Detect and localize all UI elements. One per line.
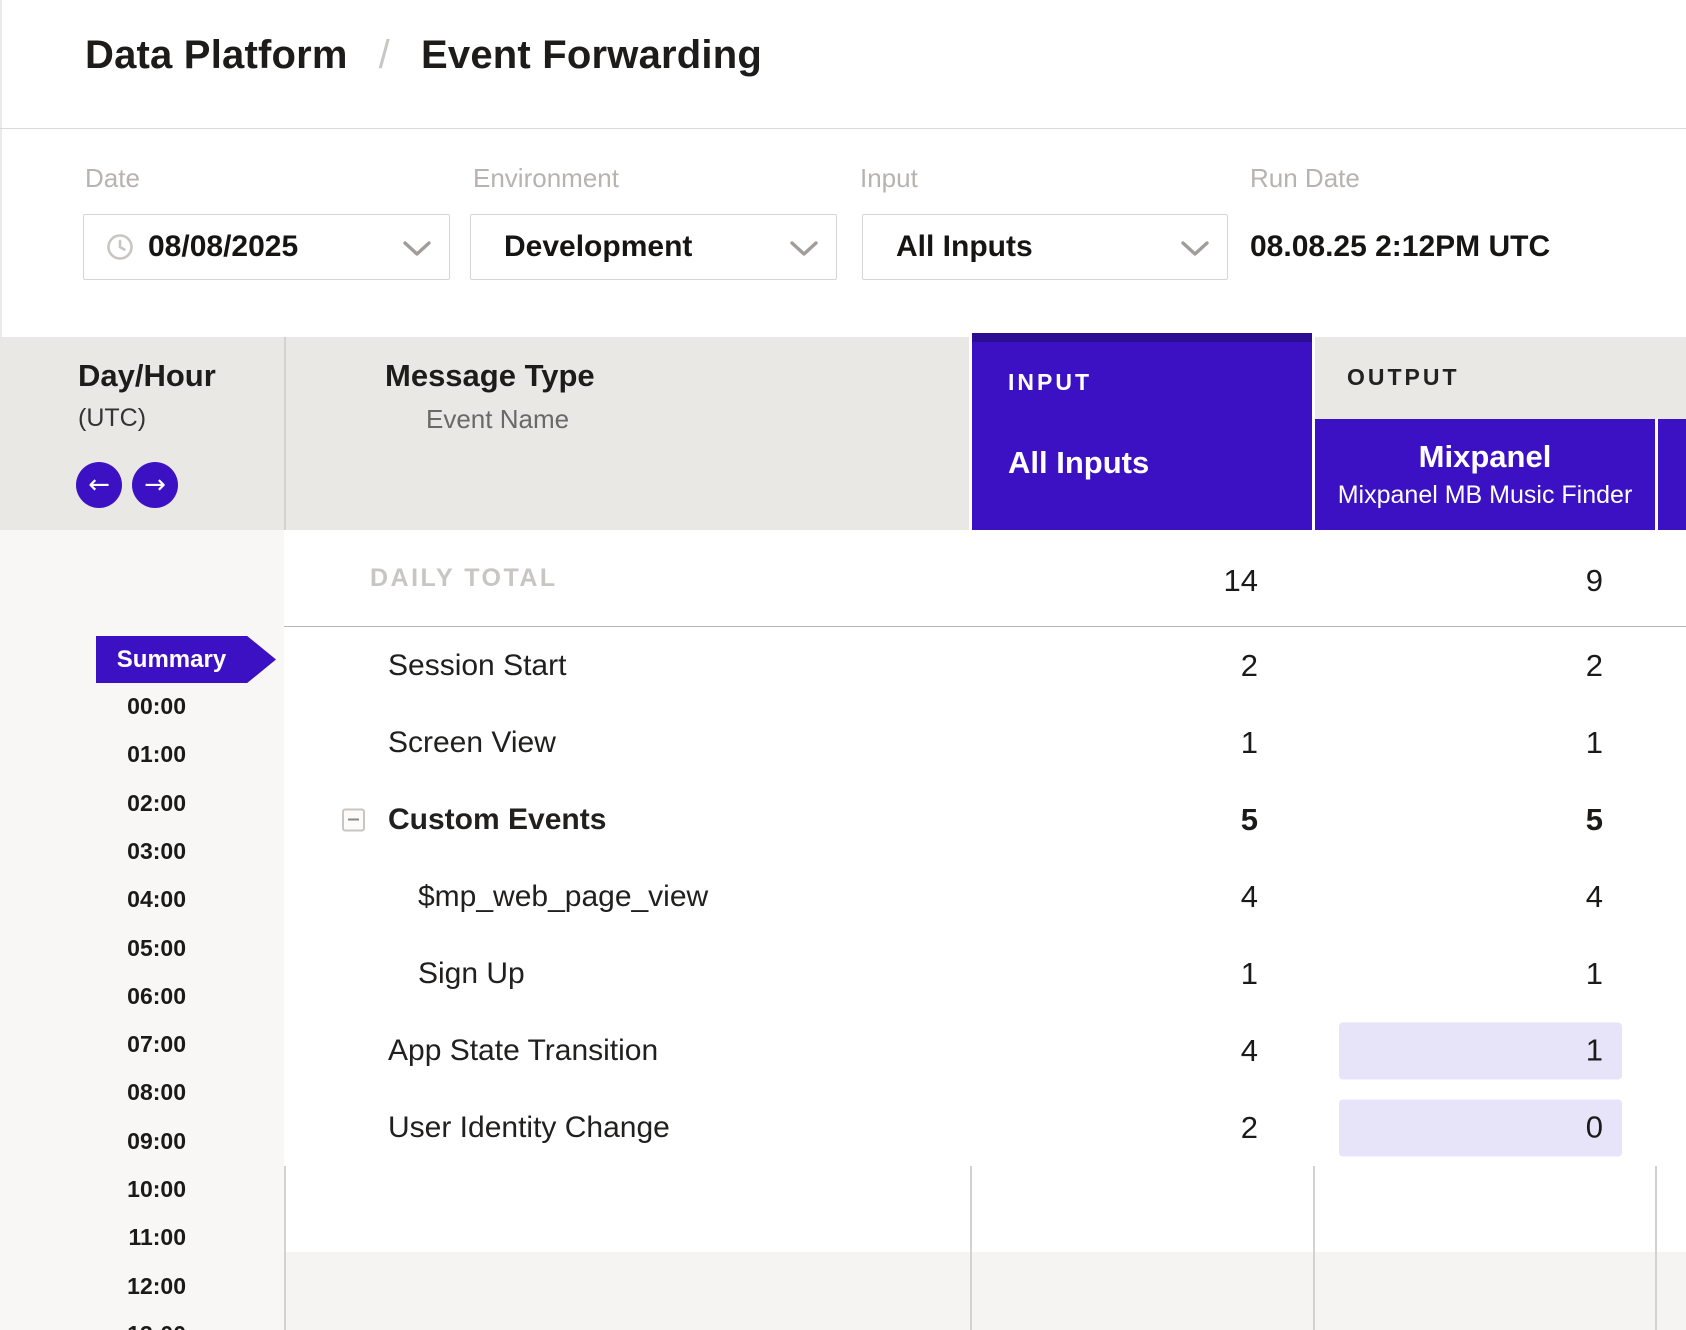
next-output-column-partial [1658,419,1686,530]
row-input-value: 4 [284,879,1258,915]
input-filter-label: Input [860,163,918,194]
hour-item[interactable]: 10:00 [0,1176,235,1203]
row-input-value: 4 [284,1033,1258,1069]
table-row: Session Start22 [284,627,1686,704]
daily-total-output-value: 9 [1313,563,1603,599]
table-row: $mp_web_page_view44 [284,858,1686,935]
output-column-subtitle: Mixpanel MB Music Finder [1338,481,1633,510]
hour-item[interactable]: 11:00 [0,1224,235,1251]
row-output-value-highlighted: 1 [1339,1022,1622,1079]
hour-item[interactable]: 09:00 [0,1128,235,1155]
input-column-title: All Inputs [1008,445,1149,481]
hour-item[interactable]: 02:00 [0,790,235,817]
table-row: User Identity Change20 [284,1089,1686,1166]
table-row: Screen View11 [284,704,1686,781]
row-input-value: 5 [284,802,1258,838]
event-forwarding-page: Data Platform/Event Forwarding Date Envi… [0,0,1686,1330]
hour-item[interactable]: 01:00 [0,741,235,768]
hour-item[interactable]: 05:00 [0,935,235,962]
environment-dropdown-value: Development [504,230,692,264]
input-band-label: INPUT [1008,369,1092,396]
hour-rail: 00:00 01:00 02:00 03:00 04:00 05:00 06:00 07:00… [0,0,235,1330]
row-input-value: 2 [284,648,1258,684]
row-output-value: 2 [1313,648,1603,684]
hour-item[interactable]: 12:00 [0,1273,235,1300]
chevron-down-icon [1181,241,1209,257]
table-row: App State Transition41 [284,1012,1686,1089]
chevron-down-icon [790,241,818,257]
run-date-label: Run Date [1250,163,1360,194]
hour-item[interactable]: 07:00 [0,1031,235,1058]
hour-item[interactable]: 08:00 [0,1079,235,1106]
row-output-value-highlighted: 0 [1339,1099,1622,1156]
hour-item[interactable]: 06:00 [0,983,235,1010]
hour-item[interactable]: 00:00 [0,693,235,720]
breadcrumb-separator: / [348,33,421,77]
table-row: Sign Up11 [284,935,1686,1012]
output-column-header[interactable]: Mixpanel Mixpanel MB Music Finder [1313,419,1658,530]
event-name-subheader: Event Name [426,404,569,435]
table-bottom-filler [284,1252,1686,1330]
environment-dropdown[interactable]: Development [470,214,837,280]
environment-filter-label: Environment [473,163,619,194]
input-dropdown[interactable]: All Inputs [862,214,1228,280]
row-input-value: 2 [284,1110,1258,1146]
input-column-header: INPUT All Inputs [969,333,1315,530]
table-row: Custom Events55 [284,781,1686,858]
body-rows: Session Start22Screen View11Custom Event… [284,627,1686,1166]
chevron-down-icon [403,241,431,257]
daily-total-input-value: 14 [284,563,1258,599]
input-dropdown-value: All Inputs [896,230,1033,264]
daily-total-row: DAILY TOTAL 14 9 [284,530,1686,626]
header-divider [0,128,1686,129]
message-type-header: Message Type [385,358,595,394]
page-title: Event Forwarding [421,33,762,77]
output-band-label: OUTPUT [1347,364,1460,391]
row-input-value: 1 [284,725,1258,761]
hour-item[interactable]: 03:00 [0,838,235,865]
input-column-accent-strip [972,333,1312,342]
row-output-value: 1 [1313,956,1603,992]
output-column-title: Mixpanel [1419,439,1552,475]
run-date-value: 08.08.25 2:12PM UTC [1250,230,1550,264]
row-output-value: 5 [1313,802,1603,838]
row-output-value: 1 [1313,725,1603,761]
hour-item[interactable]: 04:00 [0,886,235,913]
row-input-value: 1 [284,956,1258,992]
hour-item[interactable]: 13:00 [0,1321,235,1330]
row-output-value: 4 [1313,879,1603,915]
